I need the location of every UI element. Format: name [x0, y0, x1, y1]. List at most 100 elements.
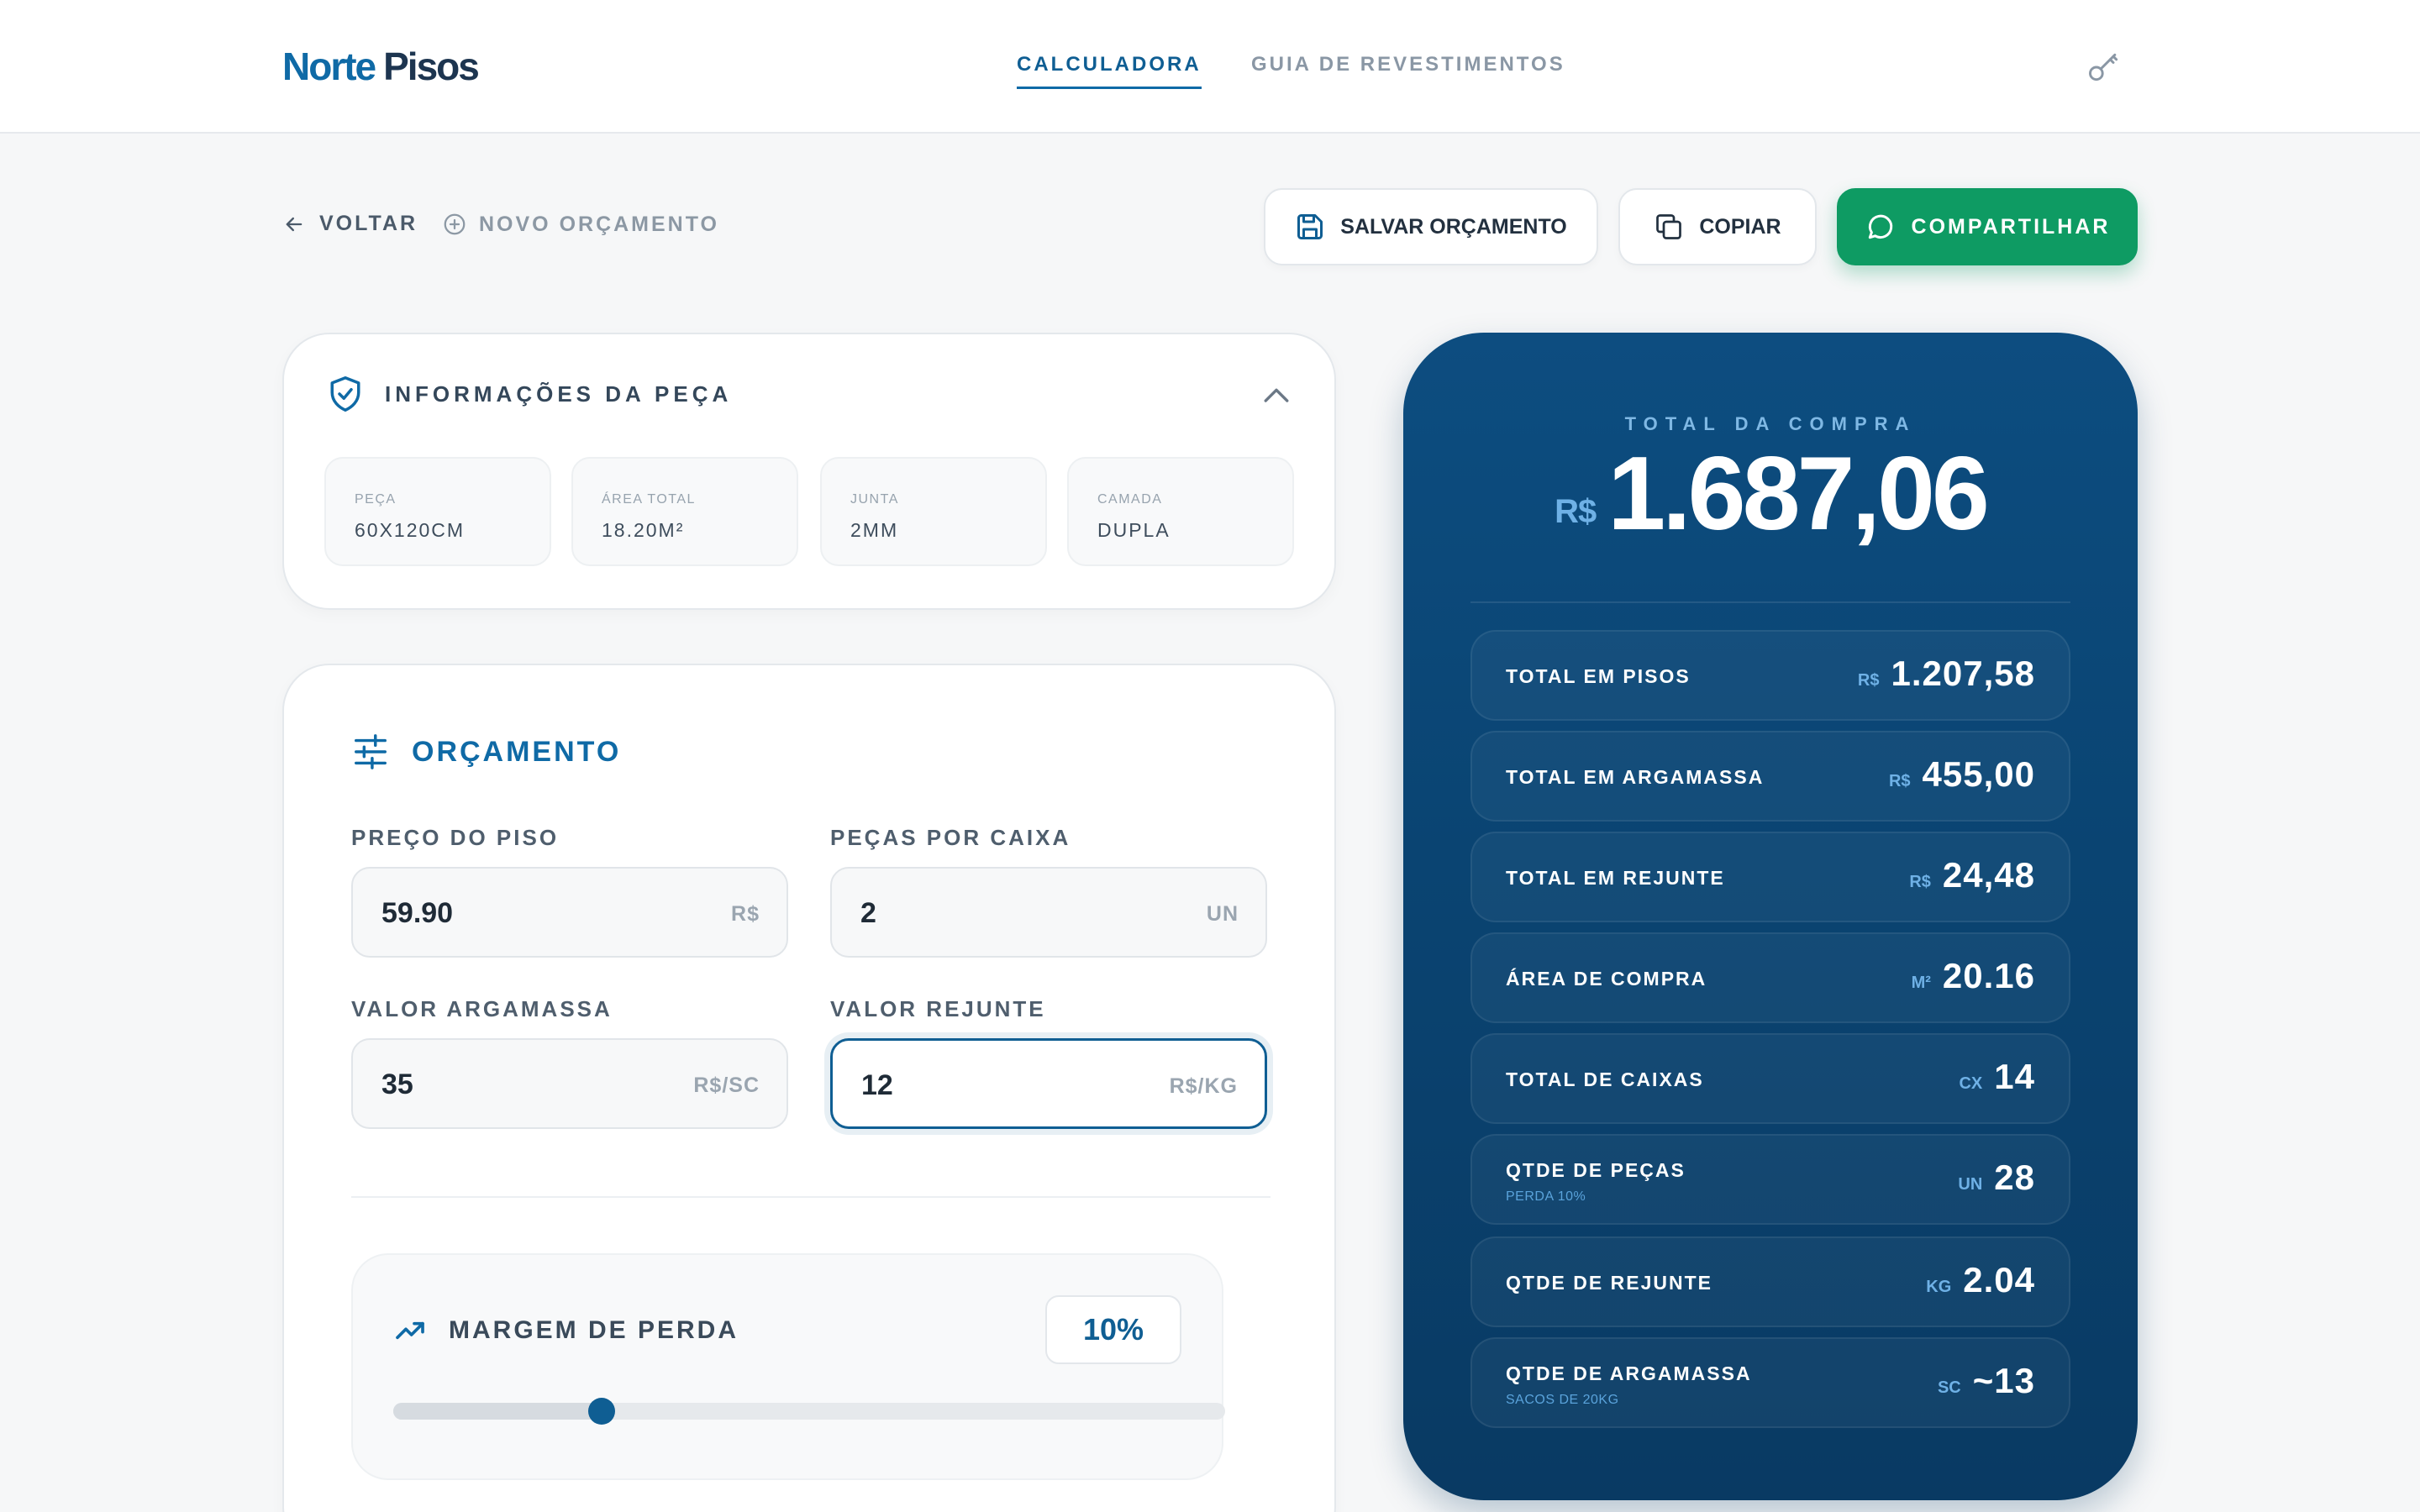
field-label-valor-rejunte: VALOR REJUNTE	[830, 996, 1046, 1021]
summary-row-label: QTDE DE ARGAMASSA	[1506, 1362, 1752, 1384]
loss-margin-value-badge: 10%	[1045, 1295, 1181, 1364]
summary-row-value: 28	[1994, 1158, 2035, 1197]
info-chip-junta: JUNTA 2MM	[820, 457, 1047, 566]
summary-row-unit: R$	[1909, 873, 1931, 891]
summary-row-label: TOTAL EM REJUNTE	[1506, 867, 1725, 889]
summary-row-unit: KG	[1926, 1278, 1952, 1296]
info-chip-value: 2MM	[850, 519, 899, 541]
summary-row-value-group: CX 14	[1959, 1057, 2035, 1097]
info-chip-value: DUPLA	[1097, 519, 1171, 541]
field-label-valor-argamassa: VALOR ARGAMASSA	[351, 996, 613, 1021]
key-icon[interactable]	[2086, 49, 2123, 86]
info-chip-label: ÁREA TOTAL	[602, 492, 696, 507]
chevron-up-icon[interactable]	[1262, 385, 1291, 405]
purchase-summary-panel: TOTAL DA COMPRA R$ 1.687,06 TOTAL EM PIS…	[1403, 333, 2138, 1500]
summary-total: R$ 1.687,06	[1403, 442, 2138, 546]
summary-row-value-group: SC ~13	[1938, 1361, 2035, 1401]
new-quote-link[interactable]: NOVO ORÇAMENTO	[442, 212, 719, 237]
summary-caption: TOTAL DA COMPRA	[1624, 413, 1917, 434]
piece-info-card: INFORMAÇÕES DA PEÇA PEÇA 60X120CM ÁREA T…	[282, 333, 1336, 610]
info-chip-area-total: ÁREA TOTAL 18.20M²	[571, 457, 798, 566]
info-chip-label: PEÇA	[355, 492, 397, 507]
top-navbar: Norte Pisos CALCULADORA GUIA DE REVESTIME…	[0, 0, 2420, 134]
brand-logo[interactable]: Norte Pisos	[282, 44, 480, 89]
summary-row-total-caixas: TOTAL DE CAIXAS CX 14	[1470, 1033, 2070, 1124]
input-value: 12	[861, 1069, 893, 1101]
budget-header: ORÇAMENTO	[351, 732, 621, 771]
section-divider	[351, 1196, 1270, 1198]
arrow-left-icon	[286, 217, 302, 231]
summary-row-value: 20.16	[1942, 956, 2035, 995]
input-unit: R$/SC	[693, 1074, 760, 1097]
summary-row-value-group: KG 2.04	[1926, 1260, 2035, 1300]
summary-row-area-compra: ÁREA DE COMPRA M² 20.16	[1470, 932, 2070, 1023]
summary-row-total-argamassa: TOTAL EM ARGAMASSA R$ 455,00	[1470, 731, 2070, 822]
loss-margin-header: MARGEM DE PERDA	[393, 1314, 739, 1347]
floppy-disk-icon	[1297, 214, 1323, 239]
summary-row-sublabel: PERDA 10%	[1506, 1189, 1586, 1204]
input-value: 35	[381, 1068, 413, 1100]
loss-margin-slider-thumb[interactable]	[587, 1398, 615, 1425]
loss-margin-slider-fill	[393, 1403, 602, 1420]
summary-row-value-group: R$ 455,00	[1889, 754, 2035, 795]
share-button[interactable]: COMPARTILHAR	[1837, 188, 2138, 265]
nav-tab-guia-revestimentos[interactable]: GUIA DE REVESTIMENTOS	[1251, 53, 1565, 76]
summary-row-label: TOTAL EM PISOS	[1506, 665, 1691, 687]
summary-row-qtde-pecas: QTDE DE PEÇAS PERDA 10% UN 28	[1470, 1134, 2070, 1225]
info-chip-label: JUNTA	[850, 492, 899, 507]
summary-row-value: 1.207,58	[1891, 654, 2035, 693]
field-label-pecas-caixa: PEÇAS POR CAIXA	[830, 825, 1071, 850]
whatsapp-chat-icon	[1868, 214, 1892, 239]
summary-row-value: 455,00	[1922, 754, 2035, 794]
summary-row-value: ~13	[1972, 1361, 2035, 1400]
summary-row-unit: R$	[1888, 772, 1911, 790]
loss-margin-title: MARGEM DE PERDA	[449, 1316, 739, 1344]
info-chip-value: 60X120CM	[355, 519, 466, 541]
summary-row-unit: M²	[1911, 974, 1931, 992]
copy-button[interactable]: COPIAR	[1618, 188, 1817, 265]
save-quote-label: SALVAR ORÇAMENTO	[1340, 214, 1567, 239]
info-chip-camada: CAMADA DUPLA	[1067, 457, 1294, 566]
summary-row-unit: SC	[1937, 1378, 1961, 1397]
budget-card: ORÇAMENTO PREÇO DO PISO 59.90 R$ PEÇAS P…	[282, 664, 1336, 1512]
summary-row-value-group: R$ 1.207,58	[1858, 654, 2035, 694]
field-label-preco-piso: PREÇO DO PISO	[351, 825, 560, 850]
summary-total-currency: R$	[1555, 493, 1597, 530]
info-chip-value: 18.20M²	[602, 519, 685, 541]
summary-row-unit: UN	[1958, 1175, 1983, 1194]
input-value: 59.90	[381, 897, 454, 929]
summary-divider	[1470, 601, 2070, 603]
input-unit: R$	[731, 902, 760, 926]
valor-rejunte-input[interactable]: 12 R$/KG	[830, 1038, 1267, 1129]
piece-info-header[interactable]: INFORMAÇÕES DA PEÇA	[328, 375, 732, 413]
save-quote-button[interactable]: SALVAR ORÇAMENTO	[1264, 188, 1598, 265]
summary-row-sublabel: SACOS DE 20KG	[1506, 1393, 1619, 1407]
summary-row-qtde-argamassa: QTDE DE ARGAMASSA SACOS DE 20KG SC ~13	[1470, 1337, 2070, 1428]
pecas-caixa-input[interactable]: 2 UN	[830, 867, 1267, 958]
summary-row-value-group: UN 28	[1958, 1158, 2035, 1198]
logo-part-norte: Norte	[282, 45, 376, 88]
valor-argamassa-input[interactable]: 35 R$/SC	[351, 1038, 788, 1129]
share-label: COMPARTILHAR	[1911, 214, 2111, 239]
input-unit: R$/KG	[1169, 1074, 1238, 1098]
new-quote-label: NOVO ORÇAMENTO	[479, 212, 719, 236]
preco-piso-input[interactable]: 59.90 R$	[351, 867, 788, 958]
nav-tab-calculadora[interactable]: CALCULADORA	[1017, 53, 1202, 89]
shield-check-icon	[330, 376, 360, 412]
budget-title: ORÇAMENTO	[412, 735, 622, 768]
info-chip-label: CAMADA	[1097, 492, 1163, 507]
plus-circle-icon	[444, 213, 466, 235]
summary-row-label: QTDE DE PEÇAS	[1506, 1159, 1686, 1181]
logo-part-pisos: Pisos	[383, 45, 480, 88]
info-chip-peca: PEÇA 60X120CM	[324, 457, 551, 566]
summary-row-value: 2.04	[1963, 1260, 2035, 1299]
back-link[interactable]: VOLTAR	[282, 212, 418, 236]
summary-row-value-group: R$ 24,48	[1909, 855, 2035, 895]
summary-row-total-rejunte: TOTAL EM REJUNTE R$ 24,48	[1470, 832, 2070, 922]
piece-info-title: INFORMAÇÕES DA PEÇA	[385, 381, 733, 407]
summary-row-unit: R$	[1857, 671, 1880, 690]
summary-row-qtde-rejunte: QTDE DE REJUNTE KG 2.04	[1470, 1236, 2070, 1327]
loss-margin-slider[interactable]	[393, 1398, 1225, 1425]
sliders-icon	[355, 734, 387, 769]
input-value: 2	[860, 897, 876, 929]
